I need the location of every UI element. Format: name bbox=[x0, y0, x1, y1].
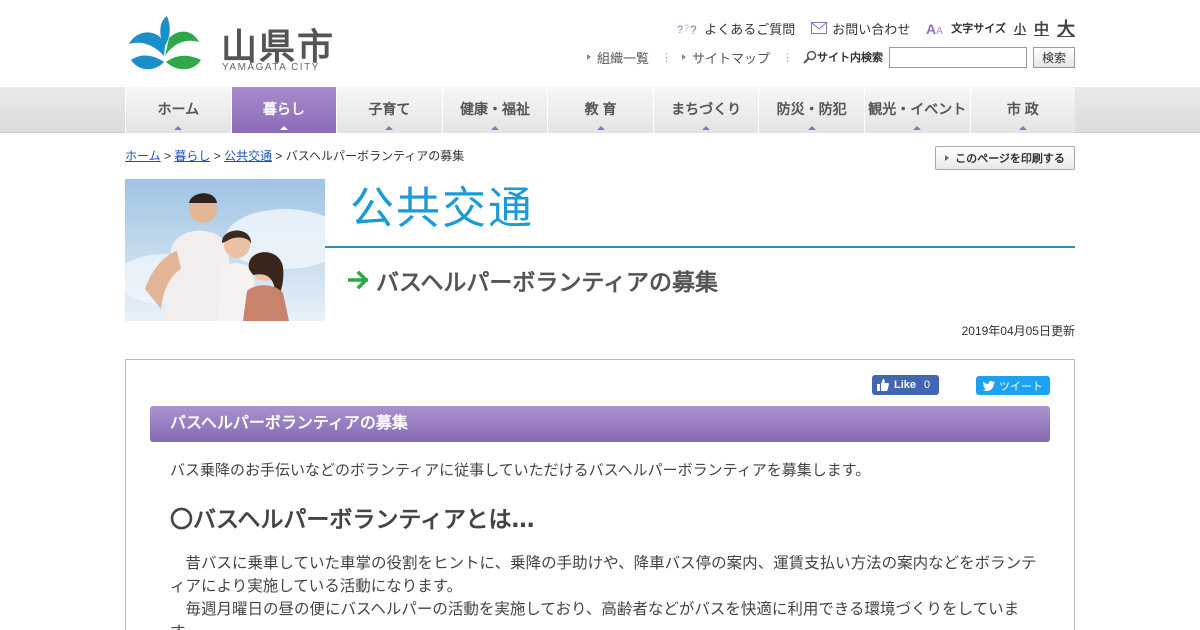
article-box: Like 0 ツイート バスヘルパーボランティアの募集 バス乗降のお手伝いなどの… bbox=[125, 359, 1075, 630]
arrow-right-icon bbox=[348, 271, 369, 289]
facebook-like-button[interactable]: Like 0 bbox=[872, 375, 940, 395]
global-nav: ホーム 暮らし 子育て 健康・福祉 教 育 まちづくり 防災・防犯 観光・イベン… bbox=[125, 87, 1076, 133]
family-photo bbox=[125, 179, 325, 321]
page: 山県市 YAMAGATA CITY ? ? ? よくあるご質問 お問い合わせ A… bbox=[0, 0, 1200, 630]
page-title: バスヘルパーボランティアの募集 bbox=[348, 263, 718, 297]
svg-text:A: A bbox=[926, 21, 936, 35]
logo-subtitle: YAMAGATA CITY bbox=[222, 62, 320, 73]
font-size-large-button[interactable]: 大 bbox=[1057, 15, 1075, 41]
font-size-small-button[interactable]: 小 bbox=[1014, 20, 1026, 37]
font-size-icon: A A bbox=[926, 21, 943, 35]
triangle-icon bbox=[945, 155, 950, 161]
city-emblem-icon bbox=[129, 16, 201, 70]
article-subheading: 〇バスヘルパーボランティアとは… bbox=[170, 507, 535, 533]
facebook-like-label: Like bbox=[894, 379, 917, 391]
nav-item-tourism-events[interactable]: 観光・イベント bbox=[863, 87, 970, 133]
contact-link[interactable]: お問い合わせ bbox=[811, 19, 910, 38]
breadcrumb-current: バスヘルパーボランティアの募集 bbox=[285, 149, 465, 163]
nav-item-city-admin[interactable]: 市 政 bbox=[969, 87, 1076, 133]
search-label: サイト内検索 bbox=[803, 49, 883, 65]
font-size-label: 文字サイズ bbox=[951, 23, 1006, 35]
magnifier-icon bbox=[803, 50, 817, 64]
faq-label: よくあるご質問 bbox=[704, 21, 796, 37]
nav-item-childcare[interactable]: 子育て bbox=[336, 87, 442, 133]
nav-item-disaster-prevention[interactable]: 防災・防犯 bbox=[758, 87, 864, 133]
breadcrumb-sep: > bbox=[163, 149, 171, 163]
faq-link[interactable]: ? ? ? よくあるご質問 bbox=[677, 19, 795, 38]
article-heading: バスヘルパーボランティアの募集 bbox=[150, 406, 1050, 442]
svg-text:?: ? bbox=[677, 24, 683, 35]
utility-links-2: 組織一覧 ⋮ サイトマップ ⋮ サイト内検索 検索 bbox=[586, 45, 1075, 69]
sitemap-label: サイトマップ bbox=[691, 50, 770, 66]
divider: ⋮ bbox=[660, 51, 672, 64]
breadcrumb-public-transport[interactable]: 公共交通 bbox=[224, 149, 272, 163]
nav-item-home[interactable]: ホーム bbox=[125, 87, 231, 133]
nav-item-living[interactable]: 暮らし bbox=[230, 87, 337, 133]
svg-text:A: A bbox=[936, 26, 943, 35]
global-nav-bar: ホーム 暮らし 子育て 健康・福祉 教 育 まちづくり 防災・防犯 観光・イベン… bbox=[0, 87, 1200, 133]
updated-date: 2019年04月05日更新 bbox=[961, 324, 1075, 338]
nav-item-health-welfare[interactable]: 健康・福祉 bbox=[441, 87, 548, 133]
search-label-text: サイト内検索 bbox=[816, 52, 883, 64]
triangle-icon bbox=[586, 54, 591, 60]
search-input[interactable] bbox=[888, 46, 1027, 68]
triangle-icon bbox=[681, 54, 686, 60]
twitter-bird-icon bbox=[983, 380, 995, 391]
tweet-label: ツイート bbox=[999, 380, 1043, 393]
breadcrumb-living[interactable]: 暮らし bbox=[174, 149, 210, 163]
font-size-control: A A 文字サイズ 小 中 大 bbox=[926, 15, 1075, 41]
breadcrumb-sep: > bbox=[275, 149, 283, 163]
article-paragraph-2: 毎週月曜日の昼の便にバスヘルパーの活動を実施しており、高齢者などがバスを快適に利… bbox=[170, 601, 1020, 630]
breadcrumb: ホーム > 暮らし > 公共交通 > バスヘルパーボランティアの募集 bbox=[125, 147, 464, 164]
nav-item-town-planning[interactable]: まちづくり bbox=[652, 87, 759, 133]
thumbs-up-icon bbox=[877, 379, 889, 391]
section-divider bbox=[325, 246, 1075, 248]
article-paragraph-1: 昔バスに乗車していた車掌の役割をヒントに、乗降の手助けや、降車バス停の案内、運賃… bbox=[170, 555, 1037, 595]
page-title-text: バスヘルパーボランティアの募集 bbox=[376, 270, 719, 296]
facebook-like-count: 0 bbox=[924, 379, 931, 391]
svg-text:?: ? bbox=[684, 23, 689, 33]
article-body: 昔バスに乗車していた車掌の役割をヒントに、乗降の手助けや、降車バス停の案内、運賃… bbox=[170, 552, 1040, 630]
print-label: このページを印刷する bbox=[955, 153, 1065, 165]
breadcrumb-home[interactable]: ホーム bbox=[125, 149, 161, 163]
divider: ⋮ bbox=[781, 51, 793, 64]
org-list-label: 組織一覧 bbox=[596, 50, 649, 66]
question-icon: ? ? ? bbox=[677, 23, 697, 35]
site-logo[interactable]: 山県市 YAMAGATA CITY bbox=[125, 16, 335, 76]
sitemap-link[interactable]: サイトマップ bbox=[681, 48, 770, 67]
font-size-medium-button[interactable]: 中 bbox=[1034, 18, 1049, 39]
article-intro: バス乗降のお手伝いなどのボランティアに従事していただけるバスヘルパーボランティア… bbox=[170, 462, 871, 479]
tweet-button[interactable]: ツイート bbox=[976, 376, 1050, 395]
nav-item-education[interactable]: 教 育 bbox=[547, 87, 653, 133]
org-list-link[interactable]: 組織一覧 bbox=[586, 48, 649, 67]
search-button[interactable]: 検索 bbox=[1032, 46, 1075, 68]
contact-label: お問い合わせ bbox=[832, 21, 911, 37]
section-title: 公共交通 bbox=[350, 183, 534, 234]
print-button[interactable]: このページを印刷する bbox=[935, 146, 1075, 170]
svg-text:?: ? bbox=[690, 23, 697, 35]
mail-icon bbox=[811, 22, 828, 34]
utility-links: ? ? ? よくあるご質問 お問い合わせ A A 文字サイズ 小 中 大 bbox=[661, 15, 1075, 41]
breadcrumb-sep: > bbox=[213, 149, 221, 163]
